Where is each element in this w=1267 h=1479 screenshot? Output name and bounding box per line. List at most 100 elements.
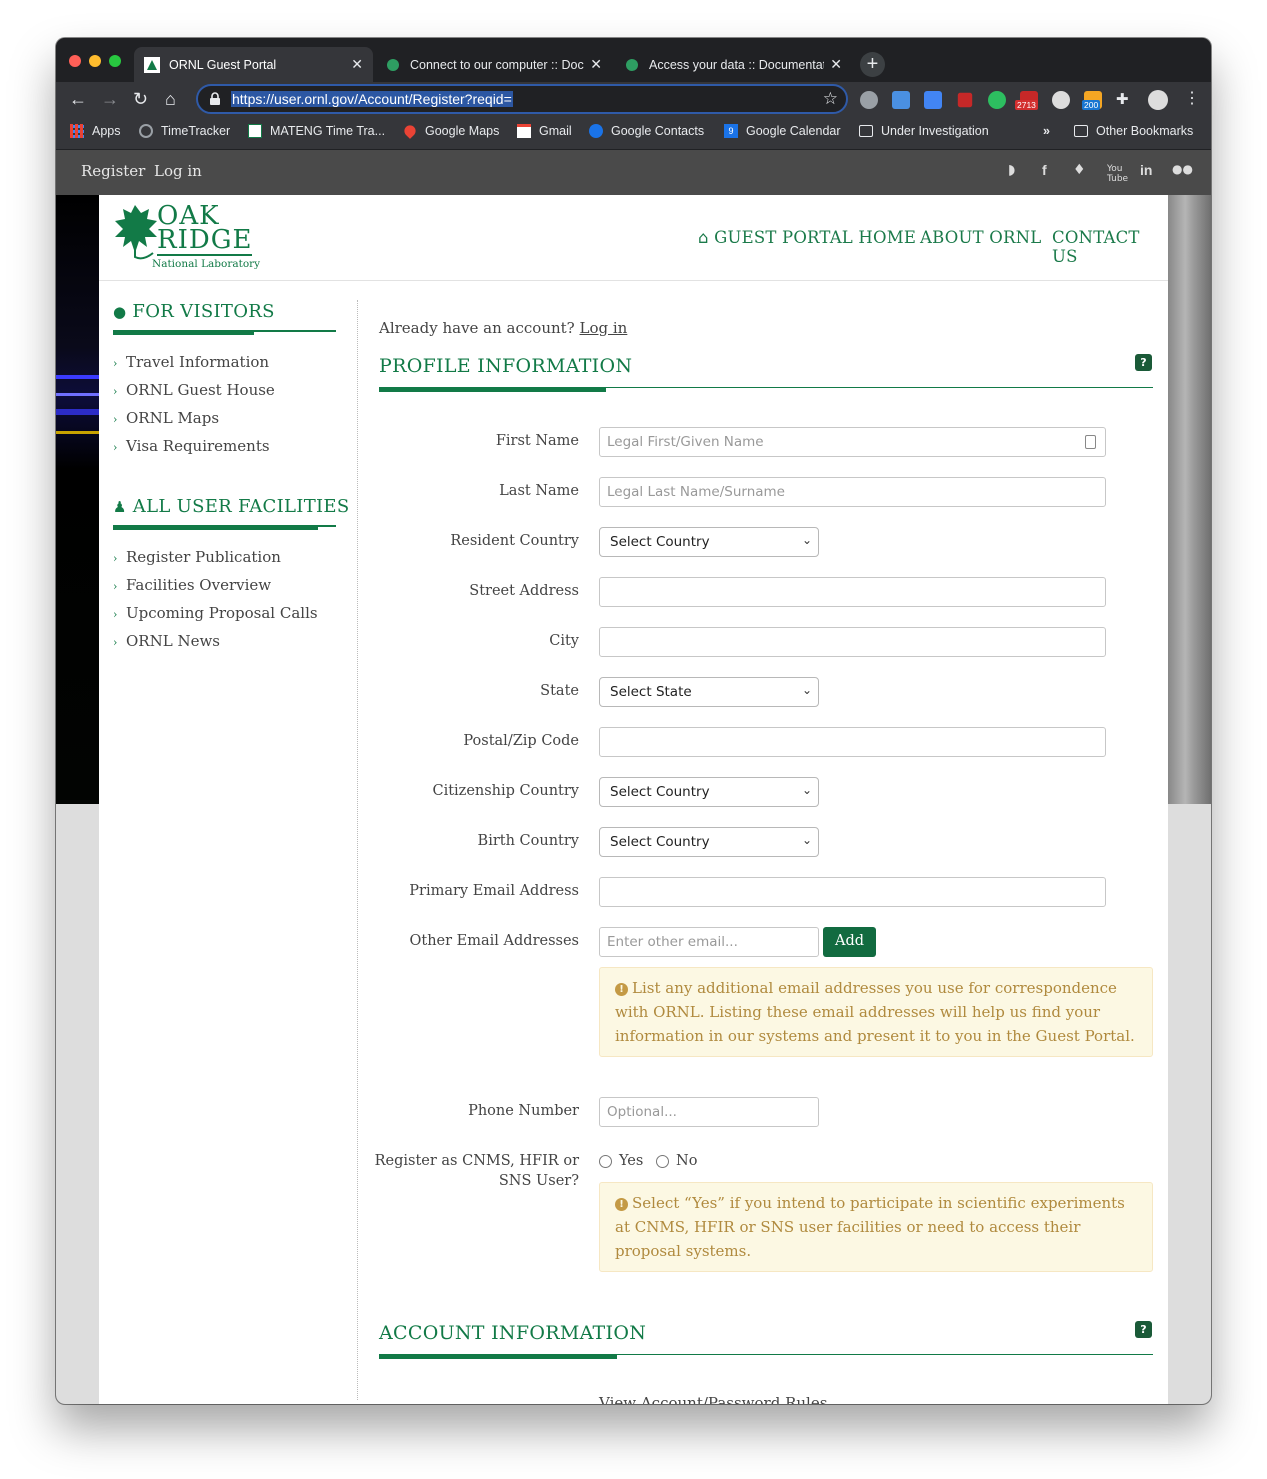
twitter-icon[interactable]: ♦ [1073, 162, 1086, 178]
sidebar-item-ornl-news[interactable]: › ORNL News [113, 632, 220, 650]
menu-kebab-icon[interactable]: ⋮ [1184, 88, 1200, 110]
bookmark-under-investigation[interactable]: Under Investigation [859, 124, 989, 138]
tab-connect-computer[interactable]: Connect to our computer :: Documentation… [375, 47, 612, 82]
other-email-input[interactable]: Enter other email... [599, 927, 819, 957]
radio-circle[interactable] [656, 1154, 669, 1168]
street-address-input[interactable] [599, 577, 1106, 607]
tab-title: Access your data :: Documentation [649, 57, 825, 72]
sidebar-item-label: Travel Information [126, 353, 270, 371]
bookmark-label: Under Investigation [881, 124, 989, 138]
settings-extension-icon[interactable] [860, 91, 878, 109]
bookmark-apps[interactable]: Apps [70, 124, 121, 138]
bookmark-google-maps[interactable]: Google Maps [402, 123, 499, 139]
login-link[interactable]: Log in [580, 319, 628, 337]
evernote-extension-icon[interactable] [988, 91, 1006, 109]
puzzle-extensions-icon[interactable]: ✚ [1116, 91, 1134, 109]
state-select[interactable]: Select State ⌄ [599, 677, 819, 707]
postal-code-input[interactable] [599, 727, 1106, 757]
bookmarks-overflow-button[interactable]: » [1043, 124, 1050, 138]
birth-country-select[interactable]: Select Country ⌄ [599, 827, 819, 857]
placeholder: Legal First/Given Name [607, 434, 764, 450]
tab-access-data[interactable]: Access your data :: Documentation ✕ [614, 47, 852, 82]
minimize-window-button[interactable] [89, 55, 101, 67]
bookmark-star-icon[interactable]: ☆ [823, 89, 838, 109]
heading-text: FOR VISITORS [132, 301, 275, 322]
folder-icon [1074, 125, 1088, 137]
gmail-extension-icon[interactable]: 2713 [1015, 91, 1038, 110]
forward-icon[interactable]: → [101, 88, 119, 110]
sidebar-item-register-publication[interactable]: › Register Publication [113, 548, 281, 566]
last-name-label: Last Name [499, 483, 579, 499]
nav-about-ornl[interactable]: ABOUT ORNL [920, 228, 1041, 247]
first-name-input[interactable]: Legal First/Given Name [599, 427, 1106, 457]
logo-text-ridge: RIDGE [157, 225, 253, 256]
new-tab-button[interactable]: + [860, 52, 885, 77]
browser-toolbar: ← → ↻ ⌂ https://user.ornl.gov/Account/Re… [56, 82, 1211, 118]
account-rules-link[interactable]: View Account/Password Rules [599, 1394, 827, 1404]
bookmark-other[interactable]: Other Bookmarks [1074, 124, 1193, 138]
apps-grid-icon [70, 124, 84, 138]
bookmark-google-calendar[interactable]: 9 Google Calendar [724, 124, 841, 138]
sidebar-item-label: ORNL Maps [126, 409, 220, 427]
home-icon[interactable]: ⌂ [165, 88, 176, 110]
leaf-favicon-icon [385, 57, 401, 73]
facebook-icon[interactable]: f [1042, 162, 1047, 178]
city-input[interactable] [599, 627, 1106, 657]
citizenship-country-select[interactable]: Select Country ⌄ [599, 777, 819, 807]
close-tab-icon[interactable]: ✕ [590, 56, 602, 73]
contact-card-icon[interactable] [1085, 435, 1096, 449]
last-name-input[interactable]: Legal Last Name/Surname [599, 477, 1106, 507]
email-help-note: ! List any additional email addresses you… [599, 967, 1153, 1057]
exclamation-circle-icon: ! [615, 1198, 628, 1211]
sidebar-item-maps[interactable]: › ORNL Maps [113, 409, 219, 427]
bookmark-google-contacts[interactable]: Google Contacts [589, 124, 704, 138]
back-icon[interactable]: ← [69, 88, 87, 110]
radio-circle[interactable] [599, 1154, 612, 1168]
add-email-button[interactable]: Add [823, 927, 876, 957]
profile-avatar[interactable] [1148, 90, 1168, 110]
translate-extension-icon[interactable] [924, 91, 942, 109]
sidebar-item-guest-house[interactable]: › ORNL Guest House [113, 381, 275, 399]
bookmark-gmail[interactable]: Gmail [517, 124, 572, 138]
circle-extension-icon[interactable] [1052, 91, 1070, 109]
sidebar-item-facilities-overview[interactable]: › Facilities Overview [113, 576, 271, 594]
sidebar-item-visa[interactable]: › Visa Requirements [113, 437, 270, 455]
sidebar-item-proposal-calls[interactable]: › Upcoming Proposal Calls [113, 604, 318, 622]
radio-no[interactable]: No [656, 1153, 697, 1169]
address-bar[interactable]: https://user.ornl.gov/Account/Register?r… [196, 84, 848, 114]
blocker-extension-icon[interactable] [957, 92, 973, 108]
bookmark-mateng[interactable]: MATENG Time Tra... [248, 124, 385, 138]
youtube-icon[interactable]: You Tube [1107, 164, 1128, 184]
link-extension-icon[interactable] [892, 91, 910, 109]
maximize-window-button[interactable] [109, 55, 121, 67]
sidebar-item-travel[interactable]: › Travel Information [113, 353, 269, 371]
nav-guest-portal-home[interactable]: ⌂ GUEST PORTAL HOME [698, 228, 916, 247]
state-label: State [540, 683, 579, 699]
close-tab-icon[interactable]: ✕ [830, 56, 842, 73]
nav-contact-us[interactable]: CONTACT US [1052, 228, 1168, 266]
close-tab-icon[interactable]: ✕ [351, 56, 363, 73]
flickr-icon[interactable]: ●● [1172, 162, 1193, 176]
user-facility-help-note: ! Select “Yes” if you intend to participa… [599, 1182, 1153, 1272]
help-icon[interactable]: ? [1135, 354, 1152, 371]
phone-number-input[interactable]: Optional... [599, 1097, 819, 1127]
resident-country-select[interactable]: Select Country ⌄ [599, 527, 819, 557]
linkedin-icon[interactable]: in [1140, 162, 1152, 178]
reload-icon[interactable]: ↻ [133, 88, 148, 110]
tab-ornl-guest-portal[interactable]: ORNL Guest Portal ✕ [134, 47, 373, 82]
url-text[interactable]: https://user.ornl.gov/Account/Register?r… [231, 91, 513, 107]
calendar-day: 9 [728, 126, 734, 136]
oak-ridge-logo[interactable]: OAK RIDGE National Laboratory [113, 201, 260, 273]
login-link[interactable]: Log in [154, 162, 202, 180]
globe-icon: ● [113, 303, 127, 321]
bookmark-timetracker[interactable]: TimeTracker [139, 124, 230, 138]
close-window-button[interactable] [69, 55, 81, 67]
register-link[interactable]: Register [81, 162, 145, 180]
rss-extension-icon[interactable]: 200 [1082, 91, 1102, 110]
heading-underline-accent [113, 525, 318, 530]
chevron-down-icon: ⌄ [801, 783, 812, 797]
primary-email-input[interactable] [599, 877, 1106, 907]
rss-icon[interactable]: ◗ [1008, 162, 1015, 178]
help-icon[interactable]: ? [1135, 1321, 1152, 1338]
radio-yes[interactable]: Yes [599, 1153, 643, 1169]
